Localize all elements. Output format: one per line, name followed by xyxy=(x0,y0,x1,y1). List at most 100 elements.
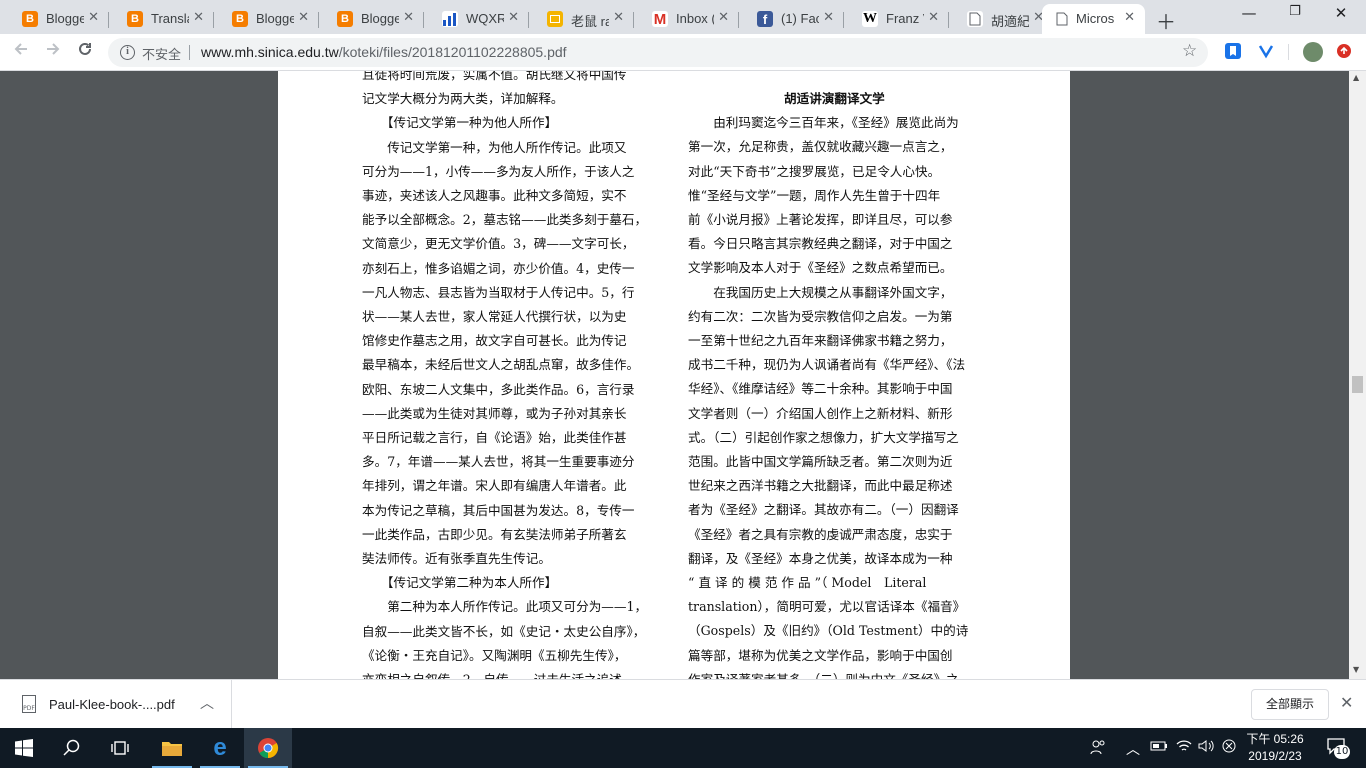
bookmark-star-icon[interactable]: ☆ xyxy=(1182,41,1197,61)
search-button[interactable] xyxy=(48,728,96,768)
download-item[interactable]: PDF Paul-Klee-book-....pdf ︿ xyxy=(0,680,232,729)
document-icon xyxy=(1054,11,1070,27)
browser-toolbar: i 不安全 www.mh.sinica.edu.tw/koteki/files/… xyxy=(0,34,1366,71)
tab-translate[interactable]: B Transla ✕ xyxy=(105,4,214,34)
text-line: 翻译，及《圣经》本身之优美，故译本成为一种 xyxy=(688,551,953,566)
chevron-up-icon[interactable]: ︿ xyxy=(200,693,214,713)
text-line: 一至第十世纪之九百年来翻译佛家书籍之努力， xyxy=(688,333,953,348)
url-text[interactable]: www.mh.sinica.edu.tw/koteki/files/201812… xyxy=(201,44,567,60)
chrome-button[interactable] xyxy=(244,728,292,768)
text-line: 成书二千种，现仍为人讽诵者尚有《华严经》、《法 xyxy=(688,357,966,372)
scrollbar-thumb[interactable] xyxy=(1352,376,1363,393)
file-explorer-button[interactable] xyxy=(148,728,196,768)
text-line: 世纪来之西洋书籍之大批翻译，而此中最足称述 xyxy=(688,478,953,493)
text-line: 奘法师传。近有张季直先生传记。 xyxy=(362,551,551,566)
system-clock[interactable]: 下午 05:26 2019/2/23 xyxy=(1240,731,1310,765)
wifi-icon[interactable] xyxy=(1176,739,1192,757)
text-line: 篇等部，堪称为优美之文学作品，影响于中国创 xyxy=(688,648,953,663)
close-icon[interactable]: ✕ xyxy=(1340,693,1353,712)
wikipedia-icon: W xyxy=(862,11,878,27)
chevron-up-icon[interactable]: ︿ xyxy=(1126,739,1140,759)
gmail-icon: M xyxy=(652,10,668,28)
tab-label: 胡適紀 xyxy=(991,14,1029,29)
tab-strip: B Blogge ✕ B Transla ✕ B Blogge ✕ B Blog… xyxy=(0,0,1366,34)
text-line: 在我国历史上大规模之从事翻译外国文字， xyxy=(688,285,953,300)
tab-wikipedia[interactable]: W Franz V ✕ xyxy=(840,4,949,34)
tab-label: Blogge xyxy=(256,11,294,26)
text-line: 自叙——此类文皆不长，如《史记・太史公自序》， xyxy=(362,624,646,639)
text-line: 作家及译著家者甚多。（二）则为中文《圣经》之 xyxy=(688,670,959,679)
tab-blogger-3[interactable]: B Blogge ✕ xyxy=(315,4,424,34)
clock-date: 2019/2/23 xyxy=(1248,749,1302,763)
close-icon[interactable]: ✕ xyxy=(403,10,414,25)
tab-gmail[interactable]: M Inbox ( ✕ xyxy=(630,4,739,34)
tab-blogger-2[interactable]: B Blogge ✕ xyxy=(210,4,319,34)
vertical-scrollbar[interactable]: ▲ ▼ xyxy=(1349,71,1366,679)
text-line: 对此“天下奇书”之搜罗展览，已足令人心快。 xyxy=(688,164,941,179)
forward-button[interactable] xyxy=(40,40,66,64)
clock-time: 下午 05:26 xyxy=(1246,732,1304,746)
close-icon[interactable]: ✕ xyxy=(1124,10,1135,25)
text-line: 亦变相之自叙传。2，自传——过去生活之追述， xyxy=(362,670,634,679)
back-button[interactable] xyxy=(8,40,34,64)
close-icon[interactable]: ✕ xyxy=(613,10,624,25)
text-line: 亦刻石上，惟多谄媚之词，亦少价值。4，史传一 xyxy=(362,261,635,276)
info-icon[interactable]: i xyxy=(120,45,135,60)
input-method-icon[interactable] xyxy=(1222,739,1236,757)
text-line: ——此类或为生徒对其师尊，或为子孙对其亲长 xyxy=(362,406,627,421)
download-filename[interactable]: Paul-Klee-book-....pdf xyxy=(49,697,175,712)
battery-icon[interactable] xyxy=(1150,739,1168,757)
text-line: 状——某人去世，家人常延人代撰行状，以为史 xyxy=(362,309,627,324)
avatar[interactable] xyxy=(1303,42,1323,62)
task-view-button[interactable] xyxy=(96,728,144,768)
text-line: 本为传记之草稿，其后中国甚为发达。8，专传一 xyxy=(362,503,635,518)
text-line: 文学者则（一）介绍国人创作上之新材料、新形 xyxy=(688,406,953,421)
arrow-left-icon xyxy=(14,43,27,55)
scroll-down-arrow-icon[interactable]: ▼ xyxy=(1353,665,1359,674)
people-icon[interactable] xyxy=(1090,739,1106,759)
chevron-extension-icon[interactable] xyxy=(1258,43,1274,59)
tab-rat[interactable]: 老鼠 ra ✕ xyxy=(525,4,634,34)
tab-blogger-1[interactable]: B Blogge ✕ xyxy=(0,4,109,34)
chrome-icon xyxy=(258,738,279,759)
tab-hu-shi[interactable]: 胡適紀 ✕ xyxy=(945,4,1054,34)
close-icon[interactable]: ✕ xyxy=(928,10,939,25)
edge-icon: e xyxy=(213,734,227,761)
close-icon[interactable]: ✕ xyxy=(298,10,309,25)
scroll-up-arrow-icon[interactable]: ▲ xyxy=(1353,73,1359,82)
window-close-button[interactable]: ✕ xyxy=(1318,4,1364,28)
new-tab-button[interactable]: ＋ xyxy=(1155,6,1177,35)
arrow-right-icon xyxy=(47,43,60,55)
tab-microsoft-active[interactable]: Micros ✕ xyxy=(1042,4,1145,34)
text-line: 《论衡・王充自记》。又陶渊明《五柳先生传》， xyxy=(362,648,627,663)
update-icon[interactable] xyxy=(1337,44,1351,58)
action-center-button[interactable]: 10 xyxy=(1326,737,1350,759)
start-button[interactable] xyxy=(0,728,48,768)
tab-facebook[interactable]: f (1) Fac ✕ xyxy=(735,4,844,34)
minimize-button[interactable]: — xyxy=(1226,4,1272,28)
blogger-icon: B xyxy=(337,11,353,27)
pdf-page: 且徒将时间荒废，实属不值。胡氏继又将中国传 记文学大概分为两大类，详加解释。 【传… xyxy=(278,71,1070,679)
close-icon[interactable]: ✕ xyxy=(823,10,834,25)
tab-label: Blogge xyxy=(361,11,399,26)
close-icon[interactable]: ✕ xyxy=(88,10,99,25)
show-all-button[interactable]: 全部顯示 xyxy=(1251,689,1329,720)
text-line: 欧阳、东坡二人文集中，多此类作品。6，言行录 xyxy=(362,382,635,397)
volume-icon[interactable] xyxy=(1198,739,1216,757)
text-line: 华经》、《维摩诘经》等二十余种。其影响于中国 xyxy=(688,381,953,396)
security-label[interactable]: 不安全 xyxy=(142,44,181,63)
pdf-viewer[interactable]: 且徒将时间荒废，实属不值。胡氏继又将中国传 记文学大概分为两大类，详加解释。 【传… xyxy=(0,71,1366,679)
close-icon[interactable]: ✕ xyxy=(193,10,204,25)
windows-taskbar: e ︿ 下午 05:26 2019/2/23 10 xyxy=(0,728,1366,768)
address-bar[interactable]: i 不安全 www.mh.sinica.edu.tw/koteki/files/… xyxy=(108,38,1208,67)
maximize-button[interactable]: ❐ xyxy=(1272,4,1318,28)
tab-wqxr[interactable]: WQXR ✕ xyxy=(420,4,529,34)
text-line: 惟“圣经与文学”一题，周作人先生曾于十四年 xyxy=(688,188,941,203)
reload-button[interactable] xyxy=(72,40,98,64)
close-icon[interactable]: ✕ xyxy=(508,10,519,25)
close-icon[interactable]: ✕ xyxy=(718,10,729,25)
text-line: 看。今日只略言其宗教经典之翻译，对于中国之 xyxy=(688,236,953,251)
edge-button[interactable]: e xyxy=(196,728,244,768)
article-heading: 胡适讲演翻译文学 xyxy=(784,91,885,106)
bookmark-extension-icon[interactable] xyxy=(1225,43,1241,59)
